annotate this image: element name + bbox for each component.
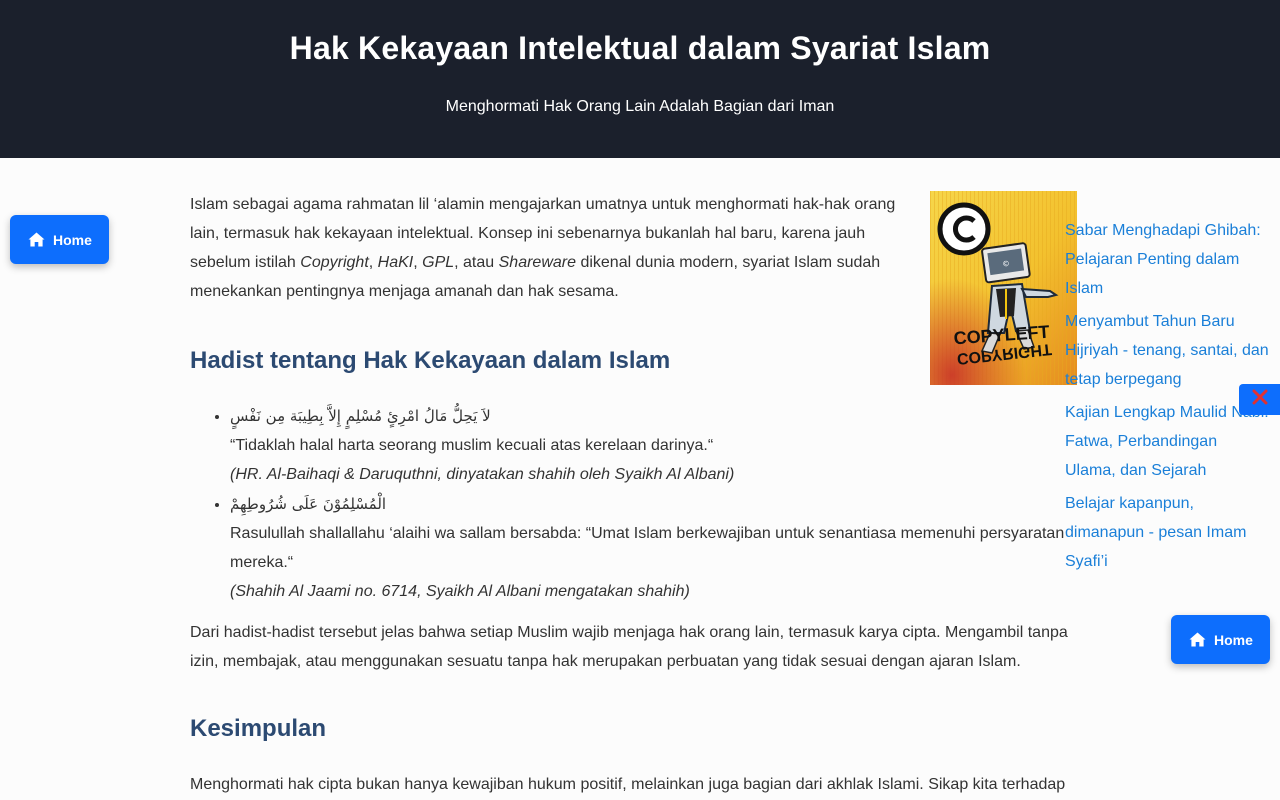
home-button-left[interactable]: Home	[10, 215, 109, 264]
hadist-source: (Shahih Al Jaami no. 6714, Syaikh Al Alb…	[230, 583, 690, 600]
heading-hadist: Hadist tentang Hak Kekayaan dalam Islam	[190, 347, 671, 374]
term-gpl: GPL	[422, 254, 455, 271]
hadist-item: لاَ يَحِلُّ مَالُ امْرِئٍ مُسْلِمٍ إِلاَ…	[230, 402, 1070, 489]
intro-paragraph: Islam sebagai agama rahmatan lil ‘alamin…	[190, 190, 905, 306]
page-subtitle: Menghormati Hak Orang Lain Adalah Bagian…	[445, 98, 835, 115]
related-post-link[interactable]: Sabar Menghadapi Ghibah: Pelajaran Penti…	[1065, 216, 1270, 303]
home-button-label: Home	[1214, 631, 1253, 648]
term-shareware: Shareware	[498, 254, 576, 271]
separator: ,	[368, 254, 378, 271]
copyleft-copyright-image: © COPYLEFT COPYRIGHT	[930, 191, 1077, 385]
home-button-right[interactable]: Home	[1171, 615, 1270, 664]
separator: ,	[413, 254, 423, 271]
page-title: Hak Kekayaan Intelektual dalam Syariat I…	[289, 30, 991, 66]
close-sidebar-button[interactable]	[1239, 384, 1280, 415]
hadist-list: لاَ يَحِلُّ مَالُ امْرِئٍ مُسْلِمٍ إِلاَ…	[190, 402, 1070, 607]
related-post-link[interactable]: Belajar kapanpun, dimanapun - pesan Imam…	[1065, 489, 1270, 576]
heading-kesimpulan: Kesimpulan	[190, 715, 327, 742]
separator: , atau	[454, 254, 499, 271]
term-haki: HaKI	[377, 254, 414, 271]
home-icon	[1189, 632, 1206, 647]
hadist-translation: “Tidaklah halal harta seorang muslim kec…	[230, 437, 714, 454]
hadist-source: (HR. Al-Baihaqi & Daruquthni, dinyatakan…	[230, 466, 735, 483]
related-post-link[interactable]: Menyambut Tahun Baru Hijriyah - tenang, …	[1065, 307, 1270, 394]
hadist-arabic: الْمُسْلِمُوْنَ عَلَى شُرُوطِهِمْ	[230, 495, 387, 513]
hadist-translation: Rasulullah shallallahu ‘alaihi wa sallam…	[230, 525, 1065, 571]
paragraph-kesimpulan: Menghormati hak cipta bukan hanya kewaji…	[190, 776, 1066, 793]
home-icon	[28, 232, 45, 247]
home-button-label: Home	[53, 231, 92, 248]
site-header: Hak Kekayaan Intelektual dalam Syariat I…	[0, 0, 1280, 158]
close-icon	[1252, 389, 1268, 410]
term-copyright: Copyright	[300, 254, 369, 271]
hadist-item: الْمُسْلِمُوْنَ عَلَى شُرُوطِهِمْ Rasulu…	[230, 490, 1070, 606]
paragraph-conclusion-intro: Dari hadist-hadist tersebut jelas bahwa …	[190, 624, 1068, 670]
hadist-arabic: لاَ يَحِلُّ مَالُ امْرِئٍ مُسْلِمٍ إِلاَ…	[230, 407, 491, 425]
